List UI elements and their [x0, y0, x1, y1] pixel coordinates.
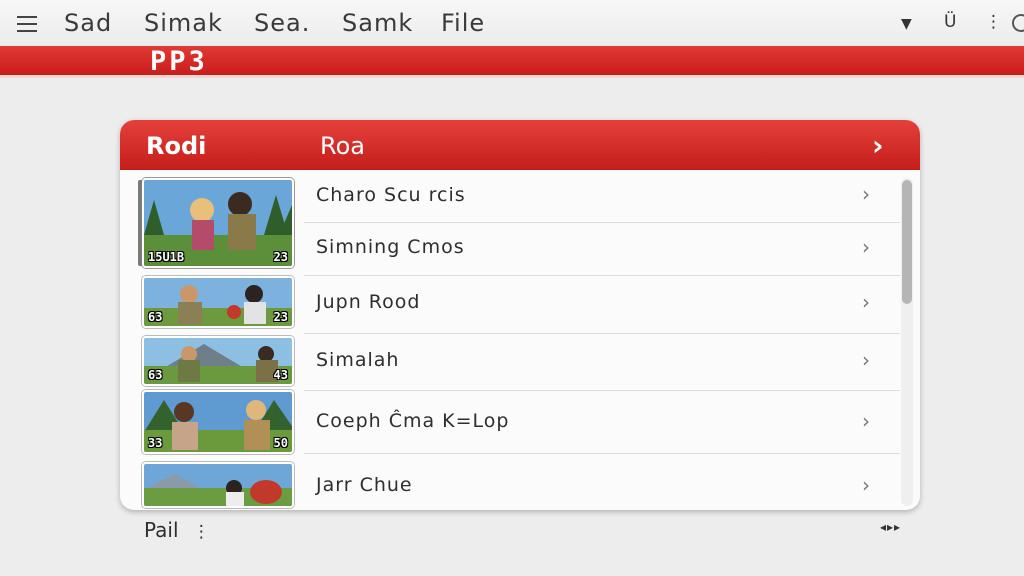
chevron-right-icon: ›: [862, 182, 870, 206]
footer-label-text: Pail: [144, 518, 179, 542]
list-item[interactable]: Jarr Chue ›: [120, 454, 900, 510]
panel-header-title: Rodi: [146, 132, 207, 160]
menu-item-sea[interactable]: Sea.: [254, 9, 310, 37]
menu-item-simak[interactable]: Simak: [144, 9, 223, 37]
menu-item-file[interactable]: File: [441, 9, 485, 37]
chevron-right-icon: ›: [862, 473, 870, 497]
brand-logo: PP3: [150, 46, 208, 77]
list-item-label: Coeph Ĉma K=Lop: [316, 410, 510, 432]
list-item-label: Charo Scu rcis: [316, 184, 466, 206]
scrollbar-thumb[interactable]: [902, 180, 912, 304]
list-item-label: Jarr Chue: [316, 474, 413, 496]
chevron-right-icon: ›: [862, 235, 870, 259]
chevron-right-icon[interactable]: ›: [872, 129, 884, 162]
list-item[interactable]: Jupn Rood ›: [120, 276, 900, 332]
menu-item-sad[interactable]: Sad: [64, 9, 112, 37]
chevron-right-icon: ›: [862, 290, 870, 314]
panel-header-subtitle: Roa: [320, 132, 365, 160]
list-item[interactable]: Simning Cmos ›: [120, 223, 900, 275]
brand-band: PP3: [0, 46, 1024, 78]
list-item[interactable]: Coeph Ĉma K=Lop ›: [120, 391, 900, 453]
menu-item-samk[interactable]: Samk: [342, 9, 413, 37]
game-list: 15U1B 23 63 23 63 43 33 50 Charo Scu rci…: [120, 170, 900, 510]
list-item-label: Simalah: [316, 349, 400, 371]
circle-icon[interactable]: [1012, 14, 1024, 32]
menu-bar: Sad Simak Sea. Samk File ▼ Ü ⋮: [0, 0, 1024, 46]
u-icon[interactable]: Ü: [944, 12, 956, 32]
list-item-label: Simning Cmos: [316, 236, 465, 258]
list-item[interactable]: Simalah ›: [120, 334, 900, 390]
chevron-right-icon: ›: [862, 409, 870, 433]
more-vertical-icon[interactable]: ⋮: [985, 12, 1002, 32]
panel-header[interactable]: Rodi Roa ›: [120, 120, 920, 170]
list-item[interactable]: Charo Scu rcis ›: [120, 170, 900, 222]
list-item-label: Jupn Rood: [316, 291, 421, 313]
footer-label: Pail ⋮: [144, 518, 210, 542]
separator-icon: ⋮: [192, 522, 210, 542]
game-list-panel: Rodi Roa › 15U1B 23 63 23 63 43 33 50 Ch…: [120, 120, 920, 510]
pager-nav-icon[interactable]: ◂▸▸: [880, 520, 901, 534]
chevron-right-icon: ›: [862, 348, 870, 372]
hamburger-icon[interactable]: [17, 16, 37, 32]
dropdown-arrow-icon[interactable]: ▼: [901, 16, 912, 32]
